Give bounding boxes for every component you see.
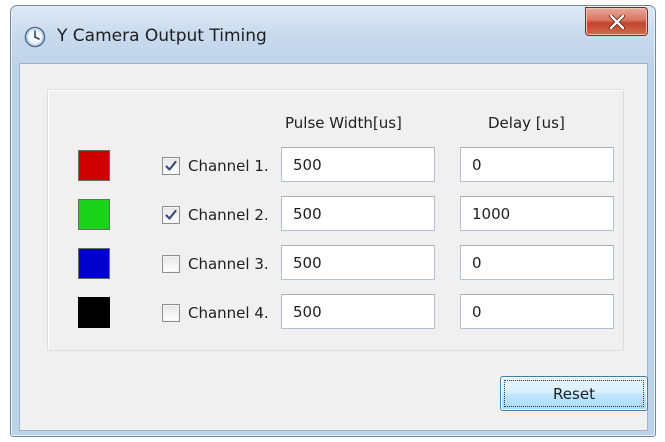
dialog-window: Y Camera Output Timing Pulse Width[us] D… xyxy=(10,5,656,437)
title-bar[interactable]: Y Camera Output Timing xyxy=(11,6,655,64)
channel-3-checkbox[interactable] xyxy=(162,255,180,273)
channel-group-box: Pulse Width[us] Delay [us] Channel 1. Ch… xyxy=(47,89,624,351)
dialog-client-area: Pulse Width[us] Delay [us] Channel 1. Ch… xyxy=(19,63,648,431)
channel-3-pulse-width-input[interactable] xyxy=(281,245,435,280)
channel-1-label: Channel 1. xyxy=(188,157,269,175)
channel-2-delay-input[interactable] xyxy=(460,196,614,231)
reset-button[interactable]: Reset xyxy=(500,376,648,411)
clock-icon xyxy=(24,26,46,48)
channel-4-delay-input[interactable] xyxy=(460,294,614,329)
channel-4-checkbox[interactable] xyxy=(162,304,180,322)
checkmark-icon xyxy=(165,209,177,220)
checkmark-icon xyxy=(165,160,177,171)
channel-4-pulse-width-input[interactable] xyxy=(281,294,435,329)
reset-button-label: Reset xyxy=(504,380,644,407)
channel-2-pulse-width-input[interactable] xyxy=(281,196,435,231)
channel-3-color-swatch xyxy=(78,248,110,279)
delay-header: Delay [us] xyxy=(488,114,565,132)
channel-3-label: Channel 3. xyxy=(188,255,269,273)
channel-2-color-swatch xyxy=(78,199,110,230)
channel-4-color-swatch xyxy=(78,297,110,328)
channel-4-label: Channel 4. xyxy=(188,304,269,322)
close-button[interactable] xyxy=(585,7,648,36)
channel-2-label: Channel 2. xyxy=(188,206,269,224)
close-x-icon xyxy=(608,14,625,29)
channel-1-color-swatch xyxy=(78,150,110,181)
channel-1-pulse-width-input[interactable] xyxy=(281,147,435,182)
channel-1-checkbox[interactable] xyxy=(162,157,180,175)
channel-3-delay-input[interactable] xyxy=(460,245,614,280)
window-title: Y Camera Output Timing xyxy=(57,26,267,46)
pulse-width-header: Pulse Width[us] xyxy=(285,114,402,132)
channel-2-checkbox[interactable] xyxy=(162,206,180,224)
channel-1-delay-input[interactable] xyxy=(460,147,614,182)
